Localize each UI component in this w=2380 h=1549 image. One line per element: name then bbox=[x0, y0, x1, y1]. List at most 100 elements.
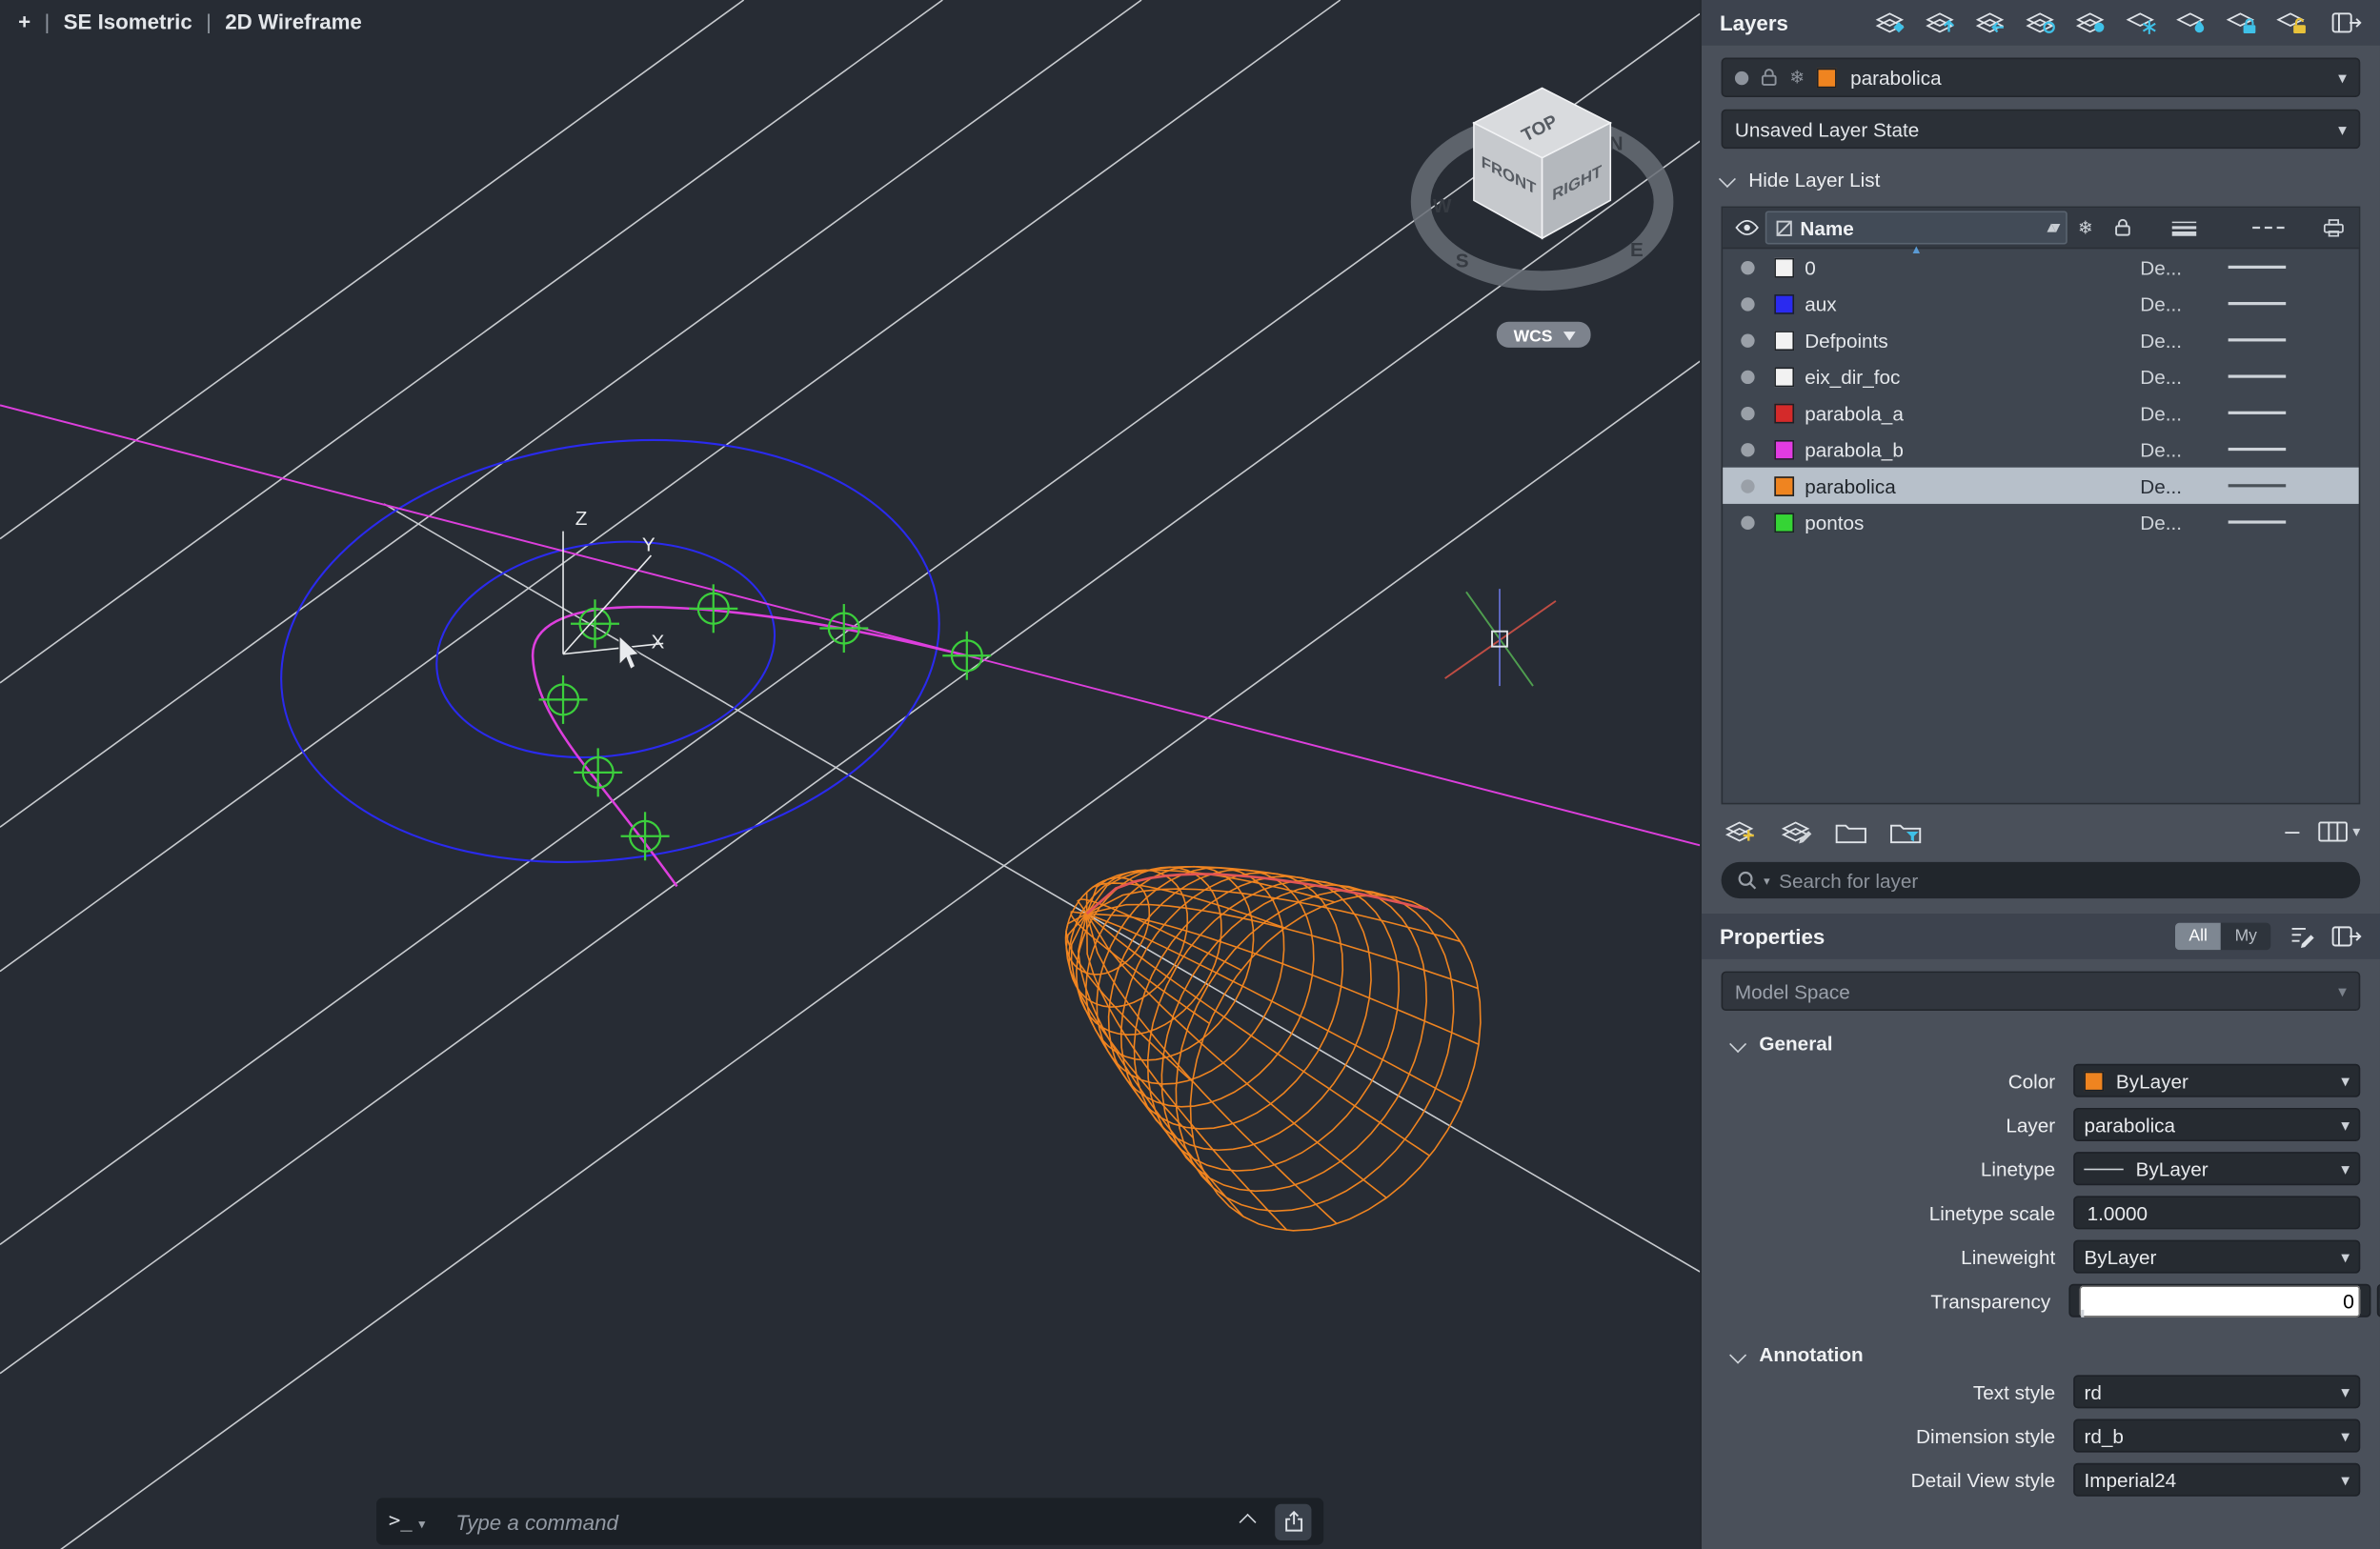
paraboloid-mesh bbox=[1066, 867, 1481, 1231]
plot-column-icon[interactable] bbox=[2313, 218, 2352, 236]
model-viewport[interactable]: Z Y X W S E N bbox=[0, 0, 1700, 1549]
property-row-linetype-scale: Linetype scale bbox=[1722, 1195, 2361, 1231]
viewport-controls: + | SE Isometric | 2D Wireframe bbox=[18, 10, 362, 33]
freeze-column-icon[interactable]: ❄ bbox=[2067, 217, 2104, 238]
layer-color-swatch[interactable] bbox=[1774, 330, 1794, 350]
layer-status-dot[interactable] bbox=[1729, 370, 1765, 383]
properties-panel-header: Properties All My bbox=[1702, 914, 2380, 959]
layer-row[interactable]: 0 De... bbox=[1723, 249, 2359, 285]
chevron-down-icon: ▾ bbox=[2341, 1247, 2350, 1267]
layer-states-icon[interactable] bbox=[1778, 818, 1814, 846]
layer-unlock-icon[interactable] bbox=[2272, 10, 2309, 37]
layer-status-dot[interactable] bbox=[1729, 442, 1765, 455]
sort-ascending-icon: ▲ bbox=[1910, 243, 1923, 256]
linetype-scale-input[interactable] bbox=[2084, 1199, 2350, 1225]
expand-command-icon[interactable] bbox=[1240, 1513, 1257, 1530]
chevron-down-icon: ▾ bbox=[2341, 1470, 2350, 1490]
drawing-canvas[interactable]: Z Y X W S E N bbox=[0, 0, 1700, 1549]
layer-state-dropdown[interactable]: Unsaved Layer State ▾ bbox=[1722, 110, 2361, 149]
chevron-down-icon: ▾ bbox=[2341, 1071, 2350, 1091]
layer-color-swatch[interactable] bbox=[1774, 439, 1794, 459]
layer-row[interactable]: parabola_a De... bbox=[1723, 394, 2359, 431]
layer-dropdown[interactable]: parabolica ▾ bbox=[2073, 1108, 2360, 1141]
space-dropdown[interactable]: Model Space ▾ bbox=[1722, 972, 2361, 1011]
command-history-caret-icon[interactable]: ▾ bbox=[418, 1517, 425, 1534]
layer-off-icon[interactable] bbox=[2172, 10, 2209, 37]
layer-color-swatch[interactable] bbox=[1774, 367, 1794, 387]
transparency-slider-field[interactable] bbox=[2068, 1284, 2370, 1318]
properties-title: Properties bbox=[1720, 924, 1825, 948]
visibility-column-eye-icon[interactable] bbox=[1729, 220, 1765, 235]
chevron-down-icon bbox=[1729, 1035, 1746, 1052]
detail-view-style-dropdown[interactable]: Imperial24 ▾ bbox=[2073, 1463, 2360, 1497]
layer-previous-icon[interactable] bbox=[1971, 10, 2007, 37]
layer-row[interactable]: eix_dir_foc De... bbox=[1723, 358, 2359, 394]
layer-unisolate-icon[interactable] bbox=[2072, 10, 2108, 37]
collapse-panel-icon[interactable] bbox=[2331, 924, 2362, 948]
remove-layer-icon[interactable]: – bbox=[2285, 824, 2299, 839]
lock-column-icon[interactable] bbox=[2104, 218, 2140, 236]
new-property-filter-icon[interactable] bbox=[1888, 818, 1924, 844]
share-button[interactable] bbox=[1275, 1503, 1311, 1539]
current-layer-dropdown[interactable]: ❄ parabolica ▾ bbox=[1722, 58, 2361, 97]
new-layer-icon[interactable] bbox=[1722, 818, 1758, 846]
wcs-dropdown[interactable]: WCS bbox=[1497, 322, 1591, 348]
layer-color-swatch[interactable] bbox=[1774, 475, 1794, 495]
filter-my-button[interactable]: My bbox=[2221, 923, 2270, 951]
layer-row[interactable]: parabolica De... bbox=[1723, 468, 2359, 504]
linetype-column-icon[interactable] bbox=[2229, 223, 2313, 232]
transparency-label: Transparency bbox=[1722, 1289, 2069, 1312]
search-scope-caret-icon[interactable]: ▾ bbox=[1764, 874, 1769, 887]
layer-color-swatch[interactable] bbox=[1774, 293, 1794, 313]
layer-search[interactable]: ▾ bbox=[1722, 862, 2361, 898]
command-bar[interactable]: >_ ▾ Type a command bbox=[376, 1498, 1323, 1544]
layer-status-dot[interactable] bbox=[1729, 260, 1765, 273]
lineweight-dropdown[interactable]: ByLayer ▾ bbox=[2073, 1240, 2360, 1274]
name-column-header[interactable]: Name ▴▾ ▲ bbox=[1765, 211, 2067, 244]
sort-arrows-icon[interactable]: ▴▾ bbox=[2047, 219, 2057, 236]
layer-row[interactable]: Defpoints De... bbox=[1723, 322, 2359, 358]
annotation-section-header[interactable]: Annotation bbox=[1722, 1343, 2361, 1366]
viewport-plus-control[interactable]: + bbox=[18, 10, 30, 33]
layer-row[interactable]: pontos De... bbox=[1723, 504, 2359, 540]
make-object-layer-current-icon[interactable] bbox=[1871, 10, 1907, 37]
layer-lock-icon[interactable] bbox=[2222, 10, 2258, 37]
layer-color-swatch[interactable] bbox=[1774, 257, 1794, 277]
layer-row[interactable]: aux De... bbox=[1723, 286, 2359, 322]
layer-status-dot[interactable] bbox=[1729, 296, 1765, 310]
layer-color-swatch[interactable] bbox=[1774, 513, 1794, 533]
command-input[interactable]: Type a command bbox=[455, 1509, 1241, 1533]
new-group-filter-icon[interactable] bbox=[1833, 818, 1868, 844]
transparency-input[interactable] bbox=[2080, 1285, 2361, 1317]
color-dropdown[interactable]: ByLayer ▾ bbox=[2073, 1064, 2360, 1097]
collapse-panel-icon[interactable] bbox=[2331, 10, 2362, 34]
search-input[interactable] bbox=[1776, 867, 2345, 893]
layer-status-dot[interactable] bbox=[1729, 479, 1765, 493]
lineweight-label: Lineweight bbox=[1722, 1245, 2074, 1268]
layer-row[interactable]: parabola_b De... bbox=[1723, 431, 2359, 467]
layer-status-dot[interactable] bbox=[1729, 406, 1765, 419]
property-row-linetype: Linetype ByLayer ▾ bbox=[1722, 1151, 2361, 1187]
view-name-control[interactable]: SE Isometric bbox=[64, 10, 192, 33]
filter-all-button[interactable]: All bbox=[2175, 923, 2221, 951]
quick-select-icon[interactable] bbox=[2289, 924, 2316, 948]
lineweight-column-icon[interactable] bbox=[2140, 218, 2228, 236]
text-style-dropdown[interactable]: rd ▾ bbox=[2073, 1375, 2360, 1408]
transparency-slider-thumb[interactable] bbox=[2081, 1310, 2083, 1318]
general-section-header[interactable]: General bbox=[1722, 1032, 2361, 1055]
layer-color-swatch[interactable] bbox=[1774, 403, 1794, 423]
layer-freeze-icon[interactable] bbox=[2122, 10, 2158, 37]
lock-icon bbox=[1761, 69, 1778, 87]
visual-style-control[interactable]: 2D Wireframe bbox=[225, 10, 362, 33]
dimension-style-dropdown[interactable]: rd_b ▾ bbox=[2073, 1419, 2360, 1453]
layer-isolate-icon[interactable] bbox=[2022, 10, 2058, 37]
hide-layer-list-toggle[interactable]: Hide Layer List bbox=[1722, 161, 2361, 197]
linetype-scale-field[interactable] bbox=[2073, 1196, 2360, 1229]
linetype-dropdown[interactable]: ByLayer ▾ bbox=[2073, 1152, 2360, 1185]
text-style-label: Text style bbox=[1722, 1380, 2074, 1403]
layer-status-dot[interactable] bbox=[1729, 333, 1765, 347]
match-layer-icon[interactable] bbox=[1922, 10, 1958, 37]
columns-menu[interactable]: ▾ bbox=[2318, 821, 2361, 842]
viewcube[interactable]: W S E N TOP FRONT RIGHT bbox=[1421, 88, 1664, 280]
layer-status-dot[interactable] bbox=[1729, 515, 1765, 529]
